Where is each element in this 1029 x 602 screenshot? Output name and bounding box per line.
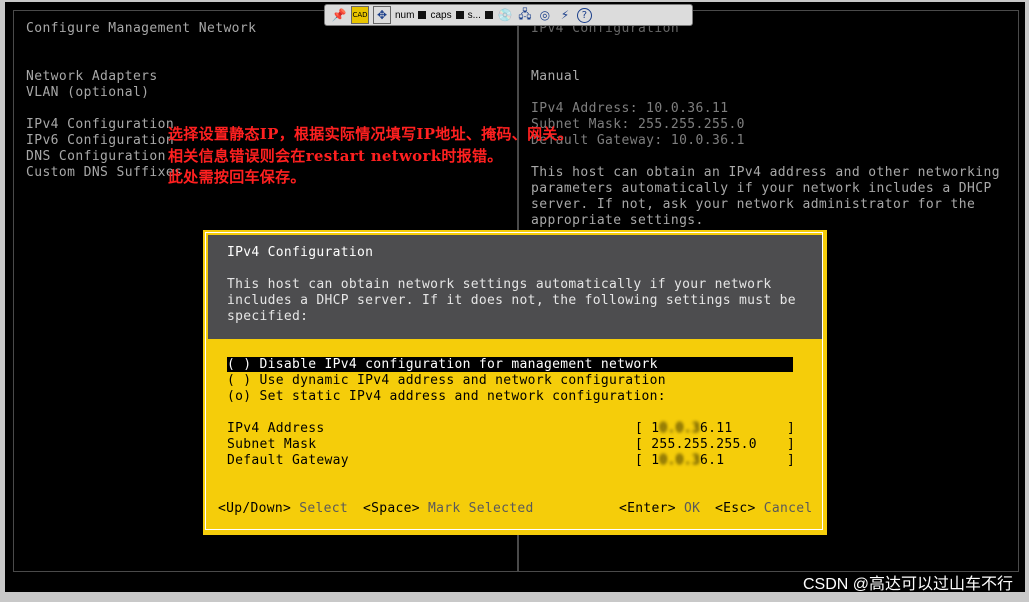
option-static-ipv4[interactable]: (o) Set static IPv4 address and network …	[227, 389, 666, 404]
subnet-mask-label: Subnet Mask	[227, 437, 317, 452]
scroll-lock-indicator	[484, 11, 493, 19]
ipv4-address-masked: 0.0.3	[659, 421, 701, 436]
scroll-lock-label: s...	[467, 9, 481, 21]
annotation-line-3: 此处需按回车保存。	[168, 168, 306, 186]
cd-icon[interactable]: ◎	[537, 7, 553, 23]
help-icon[interactable]: ?	[576, 7, 592, 23]
menu-item-vlan[interactable]: VLAN (optional)	[26, 85, 149, 100]
right-panel-desc-4: appropriate settings.	[531, 213, 704, 228]
num-lock-label: num	[395, 9, 415, 21]
menu-item-ipv4[interactable]: IPv4 Configuration	[26, 117, 174, 132]
subnet-mask-field[interactable]: [ 255.255.255.0	[635, 437, 757, 452]
ipv4-address-tail: 6.11	[700, 421, 733, 436]
dialog-desc-3: specified:	[227, 309, 309, 324]
menu-item-network-adapters[interactable]: Network Adapters	[26, 69, 158, 84]
default-gateway-masked: 0.0.3	[659, 453, 701, 468]
network-icon[interactable]: 🖧	[517, 7, 533, 23]
num-lock-indicator	[418, 11, 427, 19]
disk-icon[interactable]: 💿	[497, 7, 513, 23]
move-icon[interactable]: ✥	[373, 6, 391, 24]
ipv4-config-dialog: IPv4 Configuration This host can obtain …	[203, 230, 827, 535]
hint-up-down-label: Select	[299, 501, 349, 516]
annotation-line-2: 相关信息错误则会在restart network时报错。	[168, 147, 503, 165]
remote-console-toolbar: 📌 CAD ✥ num caps s... 💿 🖧 ◎ ⚡ ?	[324, 4, 693, 26]
option-disable-ipv4[interactable]: ( ) Disable IPv4 configuration for manag…	[227, 357, 793, 372]
caps-lock-label: caps	[430, 9, 452, 21]
dialog-desc-2: includes a DHCP server. If it does not, …	[227, 293, 796, 308]
ipv4-address-field[interactable]: [ 10.0.36.11	[635, 421, 733, 436]
hint-up-down-key: <Up/Down>	[218, 501, 292, 516]
default-gateway-field[interactable]: [ 10.0.36.1	[635, 453, 724, 468]
ok-button[interactable]: <Enter> OK	[619, 501, 700, 516]
dialog-title: IPv4 Configuration	[227, 245, 374, 260]
ipv4-address-close: ]	[787, 421, 796, 436]
right-panel-desc-1: This host can obtain an IPv4 address and…	[531, 165, 1000, 180]
cancel-key: <Esc>	[715, 501, 756, 516]
default-gateway-close: ]	[787, 453, 796, 468]
power-icon[interactable]: ⚡	[557, 7, 573, 23]
hint-space-key: <Space>	[363, 501, 420, 516]
menu-item-dns[interactable]: DNS Configuration	[26, 149, 166, 164]
cancel-button[interactable]: <Esc> Cancel	[715, 501, 813, 516]
right-panel-desc-2: parameters automatically if your network…	[531, 181, 992, 196]
hint-space: <Space> Mark Selected	[363, 501, 534, 516]
dialog-desc-1: This host can obtain network settings au…	[227, 277, 772, 292]
hint-up-down: <Up/Down> Select	[218, 501, 348, 516]
right-panel-desc-3: server. If not, ask your network adminis…	[531, 197, 976, 212]
ctrl-alt-del-icon[interactable]: CAD	[351, 6, 369, 24]
option-dynamic-ipv4[interactable]: ( ) Use dynamic IPv4 address and network…	[227, 373, 666, 388]
pin-icon[interactable]: 📌	[331, 7, 347, 23]
menu-item-dns-suffixes[interactable]: Custom DNS Suffixes	[26, 165, 182, 180]
right-panel-mode: Manual	[531, 69, 581, 84]
subnet-mask-value: 255.255.255.0	[651, 437, 757, 452]
default-gateway-label: Default Gateway	[227, 453, 349, 468]
screen-title: Configure Management Network	[26, 21, 257, 36]
cancel-label: Cancel	[763, 501, 813, 516]
default-gateway-tail: 6.1	[700, 453, 725, 468]
right-panel-ip: IPv4 Address: 10.0.36.11	[531, 101, 729, 116]
caps-lock-indicator	[455, 11, 464, 19]
subnet-mask-close: ]	[787, 437, 796, 452]
annotation-line-1: 选择设置静态IP，根据实际情况填写IP地址、掩码、网关。	[168, 125, 573, 143]
ipv4-address-label: IPv4 Address	[227, 421, 325, 436]
hint-space-label: Mark Selected	[428, 501, 534, 516]
ok-key: <Enter>	[619, 501, 676, 516]
csdn-watermark: CSDN @高达可以过山车不行	[802, 576, 1013, 593]
ok-label: OK	[684, 501, 701, 516]
menu-item-ipv6[interactable]: IPv6 Configuration	[26, 133, 174, 148]
